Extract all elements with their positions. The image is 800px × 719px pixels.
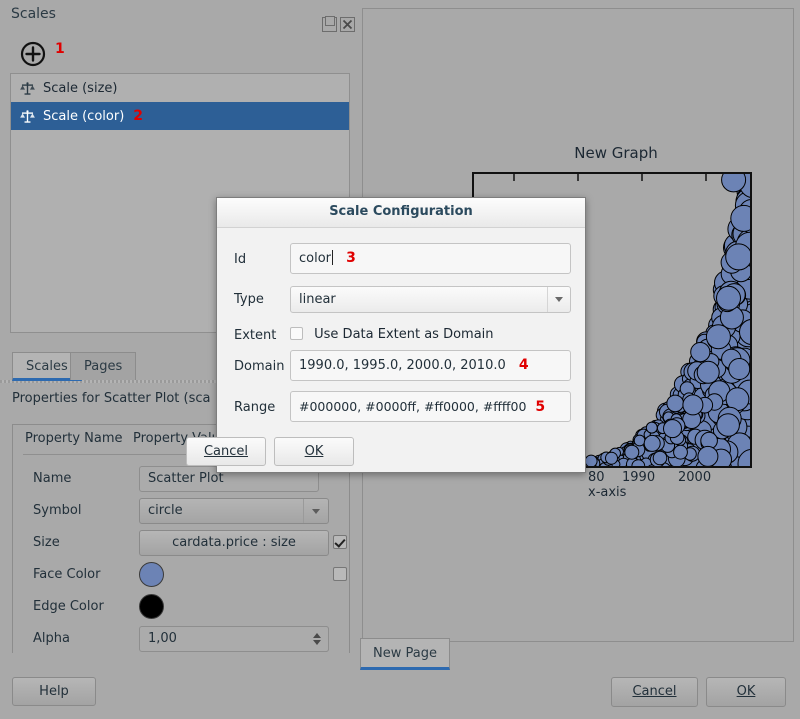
- dialog-label-extent: Extent: [234, 328, 276, 343]
- scale-list-item-label: Scale (size): [43, 81, 117, 96]
- graph-title: New Graph: [556, 144, 676, 162]
- dialog-label-domain: Domain: [234, 359, 284, 374]
- property-value-select[interactable]: circle: [139, 498, 329, 524]
- type-select[interactable]: linear: [290, 286, 571, 313]
- spinbox-down-icon[interactable]: [313, 640, 321, 645]
- dialog-titlebar: Scale Configuration: [217, 198, 585, 228]
- add-scale-button[interactable]: [18, 39, 48, 69]
- balance-scale-icon: [19, 108, 36, 125]
- cancel-button-label: Cancel: [632, 684, 676, 699]
- dialog-cancel-button[interactable]: Cancel: [186, 437, 266, 466]
- page-tab-new-page[interactable]: New Page: [360, 638, 450, 670]
- circled-plus-icon: [18, 39, 48, 69]
- range-input-value: #000000, #0000ff, #ff0000, #ffff00: [299, 399, 526, 414]
- range-input[interactable]: #000000, #0000ff, #ff0000, #ffff00 5: [290, 391, 571, 422]
- xaxis-label: x-axis: [588, 485, 626, 500]
- text-caret: [332, 250, 333, 265]
- property-row: Alpha 1,00: [13, 623, 349, 655]
- dialog-label-id: Id: [234, 252, 246, 267]
- spinbox-up-icon[interactable]: [313, 633, 321, 638]
- property-row-checkbox[interactable]: [333, 535, 347, 549]
- property-name: Face Color: [33, 567, 100, 582]
- property-value-spinbox[interactable]: 1,00: [139, 626, 329, 652]
- balance-scale-icon: [19, 80, 36, 97]
- property-name: Symbol: [33, 503, 81, 518]
- use-data-extent-label: Use Data Extent as Domain: [314, 327, 493, 342]
- tab-pages[interactable]: Pages: [70, 352, 136, 380]
- close-icon[interactable]: [340, 17, 355, 32]
- column-header-property-name: Property Name: [25, 431, 123, 446]
- property-color-swatch[interactable]: [139, 594, 164, 619]
- property-color-swatch[interactable]: [139, 562, 164, 587]
- dialog-label-range: Range: [234, 400, 275, 415]
- properties-caption: Properties for Scatter Plot (sca: [12, 391, 210, 406]
- property-value-text: circle: [148, 503, 183, 518]
- float-window-icon[interactable]: [322, 17, 337, 32]
- dialog-ok-button[interactable]: OK: [274, 437, 354, 466]
- domain-input-value: 1990.0, 1995.0, 2000.0, 2010.0: [299, 358, 506, 373]
- property-row: Symbol circle: [13, 495, 349, 527]
- scale-list-item[interactable]: Scale (size): [11, 74, 349, 102]
- property-value-button[interactable]: cardata.price : size: [139, 530, 329, 556]
- ok-button[interactable]: OK: [706, 677, 786, 707]
- scale-configuration-dialog[interactable]: Scale Configuration Id color 3 Type line…: [216, 197, 586, 473]
- add-scale-annotation: 1: [55, 41, 65, 57]
- chevron-down-icon[interactable]: [547, 287, 570, 312]
- extent-checkbox-row[interactable]: Use Data Extent as Domain: [290, 327, 571, 342]
- property-name: Edge Color: [33, 599, 104, 614]
- domain-input[interactable]: 1990.0, 1995.0, 2000.0, 2010.0 4: [290, 350, 571, 381]
- dialog-ok-label: OK: [305, 444, 324, 459]
- scale-list-item-label: Scale (color): [43, 109, 124, 124]
- spinbox-arrows[interactable]: [307, 626, 329, 652]
- type-select-value: linear: [299, 292, 336, 307]
- spinbox-value[interactable]: 1,00: [139, 626, 329, 652]
- id-input[interactable]: color 3: [290, 243, 571, 274]
- help-button[interactable]: Help: [12, 677, 96, 706]
- range-annotation: 5: [535, 399, 545, 415]
- ok-button-label: OK: [737, 684, 756, 699]
- dialog-label-type: Type: [234, 292, 264, 307]
- domain-annotation: 4: [519, 357, 529, 373]
- use-data-extent-checkbox[interactable]: [290, 327, 303, 340]
- xtick-label-1: 1990: [622, 470, 655, 485]
- property-name: Name: [33, 471, 71, 486]
- dialog-cancel-label: Cancel: [204, 444, 248, 459]
- scale-list-item[interactable]: Scale (color) 2: [11, 102, 349, 130]
- property-name: Size: [33, 535, 60, 550]
- id-input-value: color: [299, 251, 331, 266]
- chevron-down-icon[interactable]: [303, 499, 328, 523]
- cancel-button[interactable]: Cancel: [611, 677, 698, 707]
- scale-list-item-annotation: 2: [133, 108, 143, 124]
- property-row: Face Color: [13, 559, 349, 591]
- property-name: Alpha: [33, 631, 70, 646]
- scales-panel-title: Scales: [11, 6, 56, 22]
- scales-panel-titlebar: Scales: [0, 0, 358, 30]
- id-annotation: 3: [346, 250, 356, 266]
- dialog-title: Scale Configuration: [217, 204, 585, 219]
- property-row-checkbox[interactable]: [333, 567, 347, 581]
- xtick-label-0: 80: [588, 470, 605, 485]
- property-row: Size cardata.price : size: [13, 527, 349, 559]
- property-row: Edge Color: [13, 591, 349, 623]
- xtick-label-2: 2000: [678, 470, 711, 485]
